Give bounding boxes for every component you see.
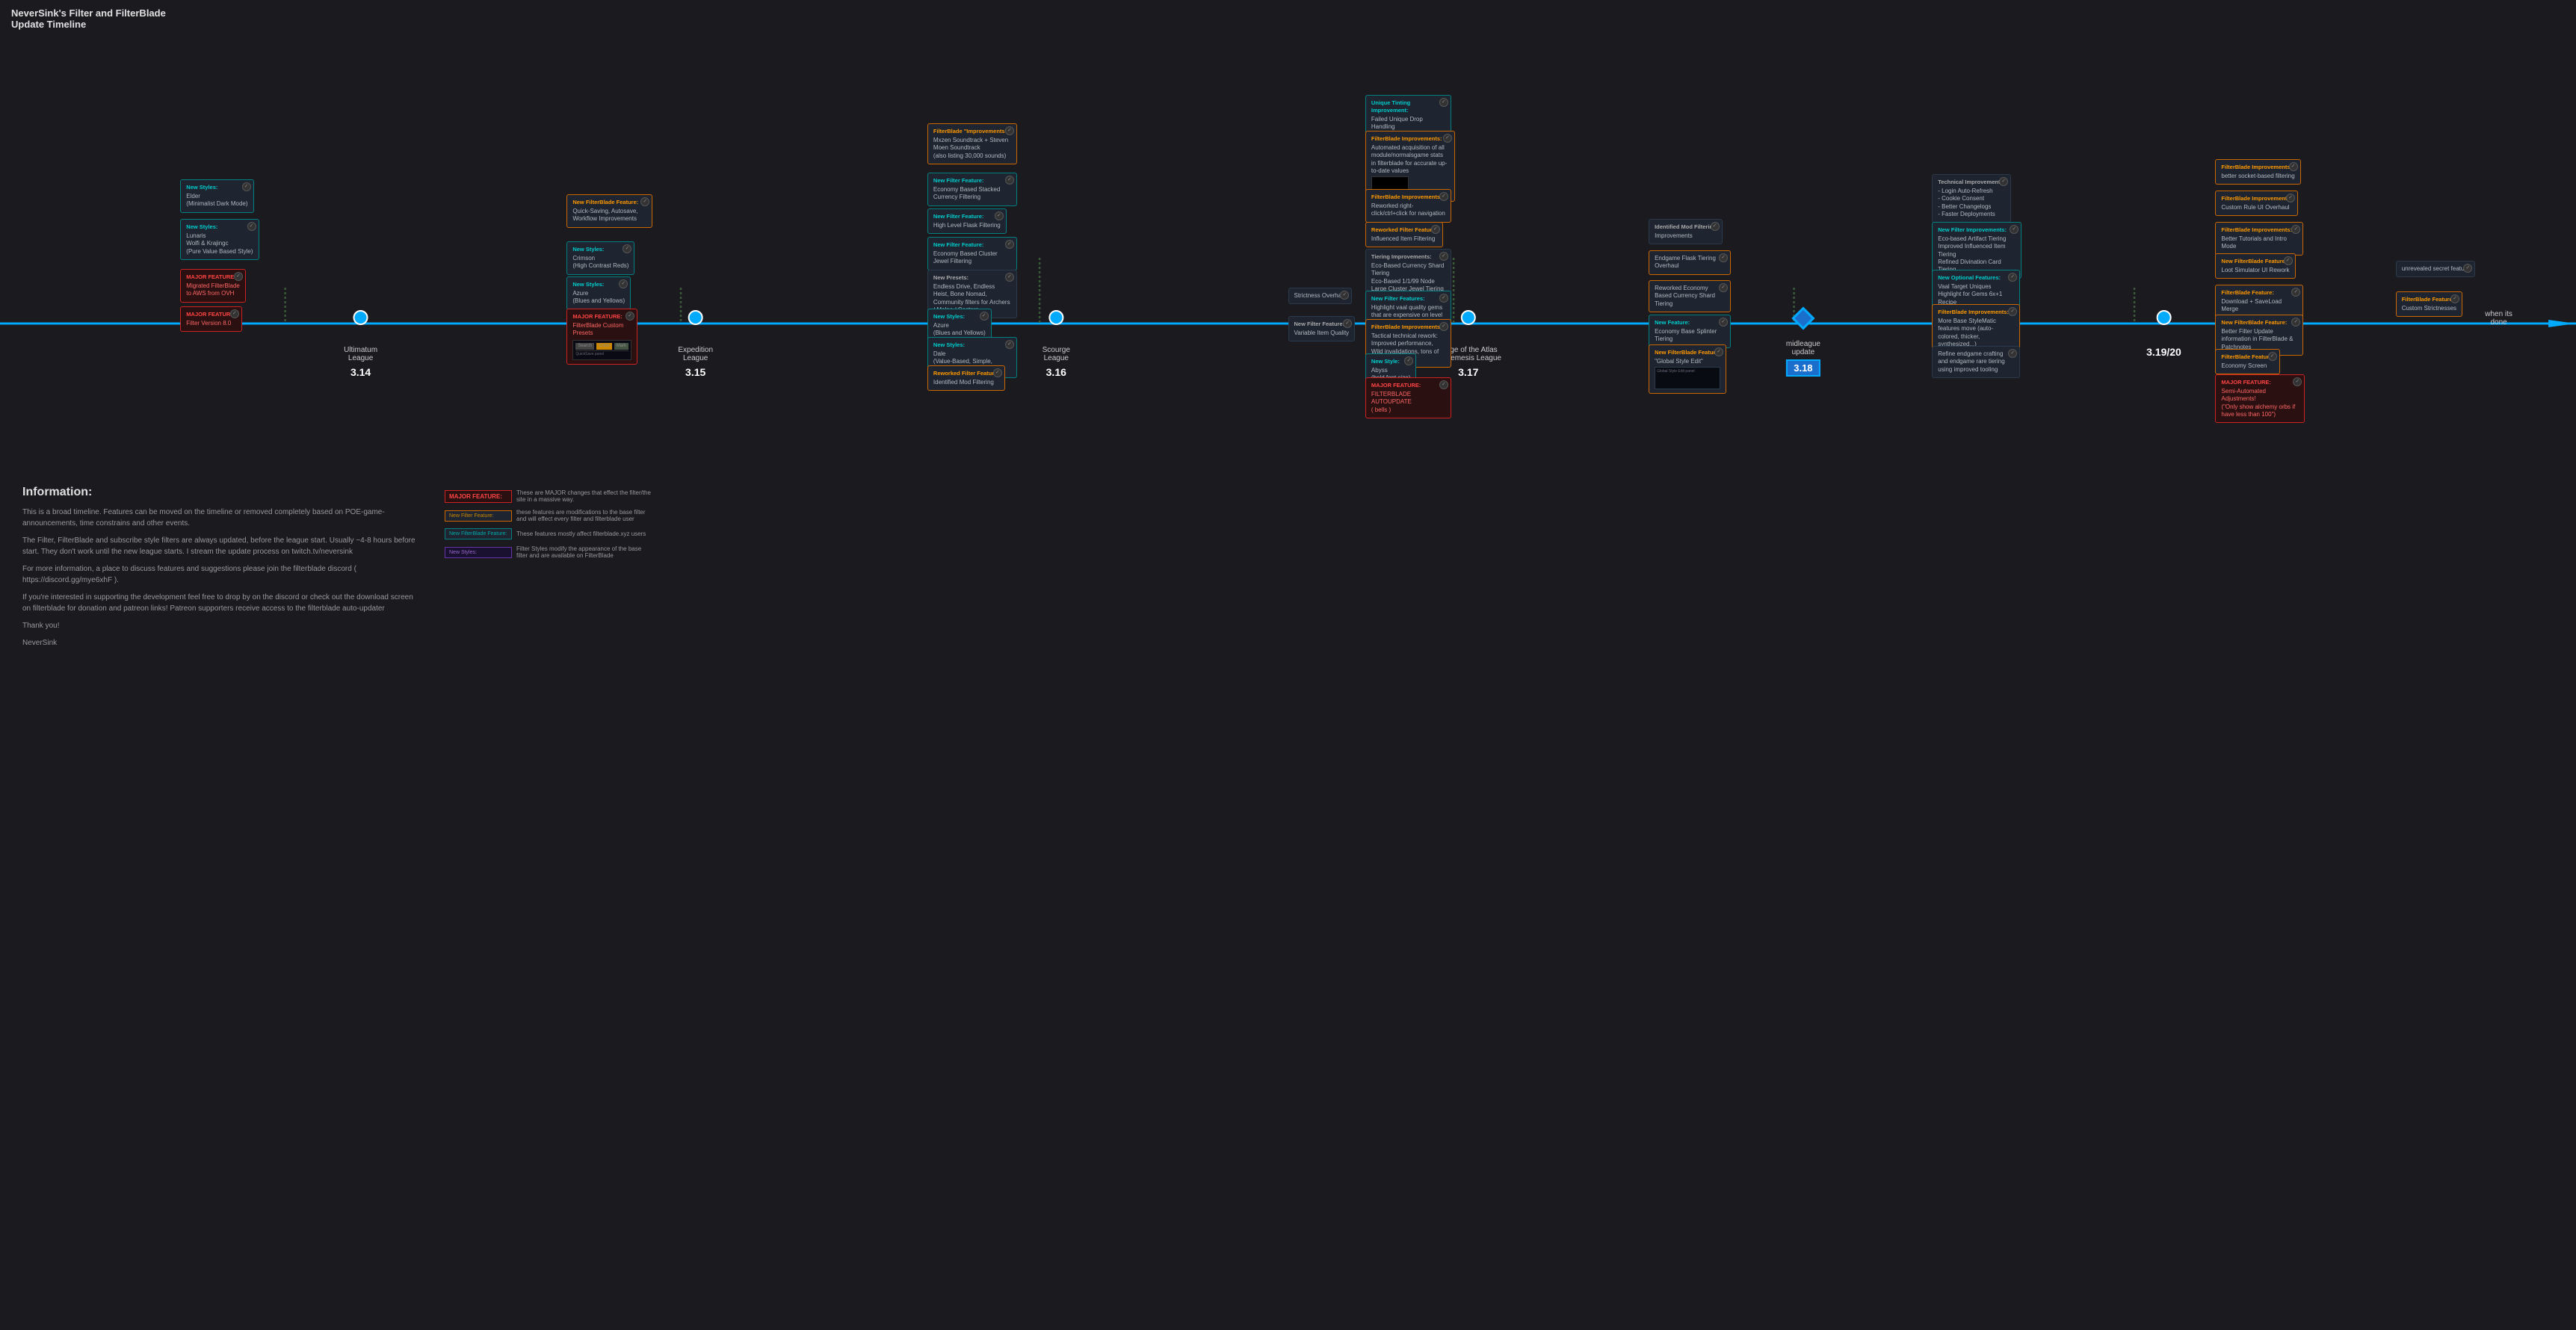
league-when-done: when itsdone xyxy=(2485,310,2512,327)
card-major-filter-v8: MAJOR FEATURE: Filter Version 8.0 ✓ xyxy=(180,306,242,332)
card-fb-socket-filtering: FilterBlade Improvements: better socket-… xyxy=(2215,159,2300,185)
card-strictness-overhaul: Strictness Overhaul ✓ xyxy=(1288,288,1353,304)
league-dot-318 xyxy=(1791,306,1814,330)
info-para-4: If you're interested in supporting the d… xyxy=(22,592,418,614)
card-highlevel-flask: New Filter Feature: High Level Flask Fil… xyxy=(927,208,1007,234)
legend-color-styles: New Styles: xyxy=(445,547,512,558)
league-version-3192: 3.19/20 xyxy=(2146,346,2181,358)
card-reworked-identmod: Reworked Filter Feature: Identified Mod … xyxy=(927,365,1005,391)
card-major-autoupdate: MAJOR FEATURE: FILTERBLADE AUTOUPDATE( b… xyxy=(1365,377,1451,418)
league-dot-3192 xyxy=(2156,310,2171,325)
info-para-3: For more information, a place to discuss… xyxy=(22,563,418,586)
league-3192[interactable]: 3.19/20 xyxy=(2146,310,2181,358)
info-title: Information: xyxy=(22,486,418,499)
card-loot-sim-rework: New FilterBlade Feature: Loot Simulator … xyxy=(2215,253,2295,279)
card-fb-improvements-316a: FilterBlade "Improvements": Mxzen Soundt… xyxy=(927,123,1017,164)
card-global-style-edit: New FilterBlade Feature: "Global Style E… xyxy=(1649,344,1726,394)
card-styles-elder: New Styles: Elder(Minimalist Dark Mode) … xyxy=(180,179,253,213)
card-dl-saveload-merge: FilterBlade Feature: Download + SaveLoad… xyxy=(2215,285,2303,318)
card-major-fb-custom: MAJOR FEATURE: FilterBlade CustomPresets… xyxy=(566,309,637,365)
card-reworked-economy-318: Reworked Economy Based Currency Shard Ti… xyxy=(1649,280,1731,312)
legend-label-fb: These features mostly affect filterblade… xyxy=(516,531,654,537)
legend-color-fb: New FilterBlade Feature: xyxy=(445,528,512,539)
card-major-semi-automated: MAJOR FEATURE: Semi-Automated Adjustment… xyxy=(2215,374,2305,423)
legend-item-styles: New Styles: Filter Styles modify the app… xyxy=(445,545,654,559)
legend-item-filter: New Filter Feature: these features are m… xyxy=(445,509,654,522)
league-dot-317 xyxy=(1461,310,1476,325)
card-fb-feature-315: New FilterBlade Feature: Quick-Saving, A… xyxy=(566,194,652,228)
timeline-area: UltimatumLeague 3.14 ExpeditionLeague 3.… xyxy=(0,34,2576,467)
card-major-aws: MAJOR FEATURE: Migrated FilterBladeto AW… xyxy=(180,269,246,303)
league-315[interactable]: ExpeditionLeague 3.15 xyxy=(678,310,713,378)
legend-item-fb: New FilterBlade Feature: These features … xyxy=(445,528,654,539)
card-fb-improvements-317b: FilterBlade Improvements: Reworked right… xyxy=(1365,189,1451,223)
card-identmod-318: Identified Mod Filtering Improvements ✓ xyxy=(1649,219,1723,244)
card-economy-stacked-currency: New Filter Feature: Economy Based Stacke… xyxy=(927,173,1017,206)
info-para-6: NeverSink xyxy=(22,637,418,649)
league-label-318: midleagueupdate xyxy=(1786,340,1820,356)
legend-section: MAJOR FEATURE: These are MAJOR changes t… xyxy=(445,489,654,669)
league-318[interactable]: midleagueupdate 3.18 xyxy=(1786,310,1820,377)
card-technical-improvements: Technical Improvements: - Login Auto-Ref… xyxy=(1932,174,2011,223)
league-dot-314 xyxy=(353,310,368,325)
timeline-svg xyxy=(0,34,2576,467)
app-title: NeverSink's Filter and FilterBlade xyxy=(11,7,2565,19)
card-endgame-flask: Endgame Flask Tiering Overhaul ✓ xyxy=(1649,250,1731,275)
card-economy-base-splinter: New Feature: Economy Base Splinter Tieri… xyxy=(1649,315,1731,348)
legend-label-filter: these features are modifications to the … xyxy=(516,509,654,522)
legend-color-filter: New Filter Feature: xyxy=(445,510,512,522)
card-styles-lunaris: New Styles: LunarisWolfi & Krajingc(Pure… xyxy=(180,219,259,260)
legend-item-major: MAJOR FEATURE: These are MAJOR changes t… xyxy=(445,489,654,503)
league-label-315: ExpeditionLeague xyxy=(678,346,713,362)
card-unique-tinting: Unique Tinting Improvement: Failed Uniqu… xyxy=(1365,95,1451,135)
info-para-2: The Filter, FilterBlade and subscribe st… xyxy=(22,535,418,557)
info-para-5: Thank you! xyxy=(22,620,418,631)
card-styles-azure-315: New Styles: Azure(Blues and Yellows) ✓ xyxy=(566,276,631,310)
legend-color-major: MAJOR FEATURE: xyxy=(445,490,512,503)
card-economy-screen: FilterBlade Feature: Economy Screen ✓ xyxy=(2215,349,2279,374)
league-316[interactable]: ScourgeLeague 3.16 xyxy=(1043,310,1070,378)
info-section: Information: This is a broad timeline. F… xyxy=(11,474,430,669)
card-unrevealed-secret: unrevealed secret feature ✓ xyxy=(2396,261,2476,277)
league-version-317: 3.17 xyxy=(1436,366,1501,378)
card-cluster-jewel: New Filter Feature: Economy Based Cluste… xyxy=(927,237,1017,270)
league-label-done: when itsdone xyxy=(2485,310,2512,327)
league-version-316: 3.16 xyxy=(1043,366,1070,378)
league-dot-316 xyxy=(1048,310,1063,325)
league-314[interactable]: UltimatumLeague 3.14 xyxy=(344,310,377,378)
card-variable-item-quality: New Filter Feature: Variable Item Qualit… xyxy=(1288,316,1356,341)
league-dot-315 xyxy=(688,310,703,325)
legend-label-major: These are MAJOR changes that effect the … xyxy=(516,489,654,503)
league-version-314: 3.14 xyxy=(344,366,377,378)
card-influenced-item: Reworked Filter Feature: Influenced Item… xyxy=(1365,222,1443,247)
league-label-316: ScourgeLeague xyxy=(1043,346,1070,362)
legend-label-styles: Filter Styles modify the appearance of t… xyxy=(516,545,654,559)
card-custom-strictnesses: FilterBlade Feature: Custom Strictnesses… xyxy=(2396,291,2462,317)
league-label-314: UltimatumLeague xyxy=(344,346,377,362)
card-styles-crimson: New Styles: Crimson(High Contrast Reds) … xyxy=(566,241,634,275)
league-version-318: 3.18 xyxy=(1786,359,1820,377)
header: NeverSink's Filter and FilterBlade Updat… xyxy=(0,0,2576,34)
card-custom-rule-ui: FilterBlade Improvements: Custom Rule UI… xyxy=(2215,191,2298,216)
info-para-1: This is a broad timeline. Features can b… xyxy=(22,507,418,529)
app-subtitle: Update Timeline xyxy=(11,19,2565,30)
card-refine-endgame: Refine endgame crafting and endgame rare… xyxy=(1932,346,2020,378)
card-better-tutorials: FilterBlade Improvements: Better Tutoria… xyxy=(2215,222,2303,256)
league-version-315: 3.15 xyxy=(678,366,713,378)
